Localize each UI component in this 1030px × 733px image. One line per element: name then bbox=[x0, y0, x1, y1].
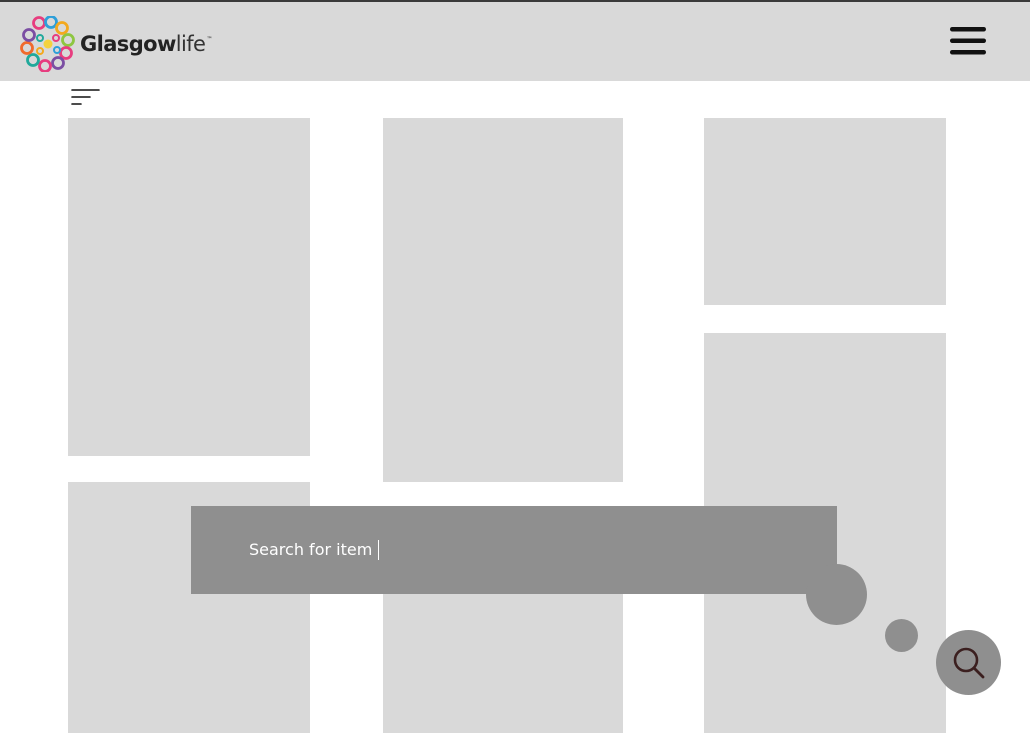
search-icon bbox=[953, 647, 985, 679]
brand-name: Glasgowlife™ bbox=[80, 32, 212, 56]
search-input-text: Search for item bbox=[249, 539, 380, 561]
hamburger-menu-button[interactable] bbox=[948, 24, 988, 58]
search-button[interactable] bbox=[936, 630, 1001, 695]
grid-tile[interactable] bbox=[704, 118, 946, 305]
search-input[interactable]: Search for item bbox=[191, 506, 837, 594]
search-input-value: Search for item bbox=[249, 539, 373, 559]
glasgow-life-logo-icon bbox=[20, 16, 75, 72]
thought-bubble-large bbox=[806, 564, 867, 625]
filter-lines-icon bbox=[71, 89, 100, 105]
brand-logo[interactable]: Glasgowlife™ bbox=[20, 14, 212, 74]
brand-name-light: life bbox=[175, 32, 206, 56]
grid-tile[interactable] bbox=[383, 118, 623, 482]
text-caret bbox=[378, 540, 380, 561]
trademark-symbol: ™ bbox=[206, 36, 212, 43]
filter-button[interactable] bbox=[70, 86, 102, 110]
hamburger-menu-icon bbox=[950, 27, 986, 55]
grid-tile[interactable] bbox=[68, 118, 310, 456]
brand-name-bold: Glasgow bbox=[80, 32, 176, 56]
thought-bubble-small bbox=[885, 619, 918, 652]
app-header: Glasgowlife™ bbox=[0, 2, 1030, 81]
